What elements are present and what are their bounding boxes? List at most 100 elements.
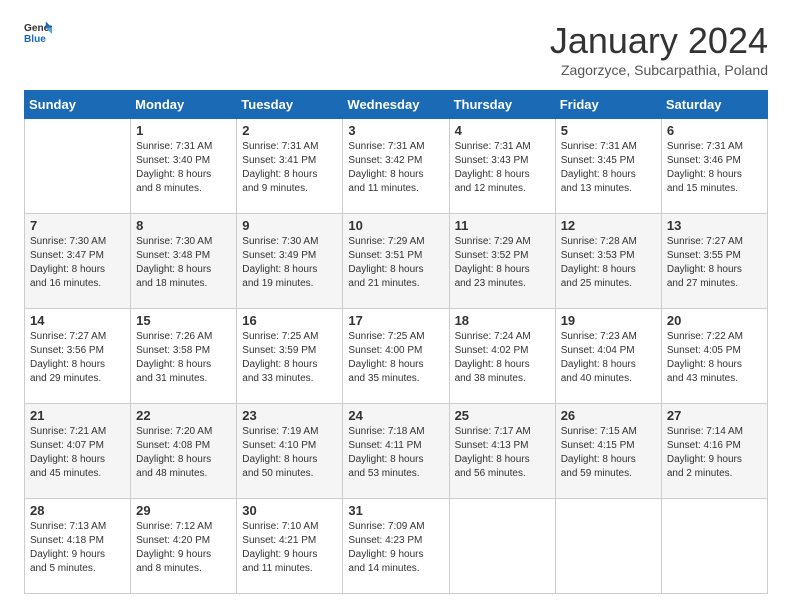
day-info: Sunrise: 7:30 AM Sunset: 3:48 PM Dayligh… bbox=[136, 235, 231, 291]
calendar-cell: 18Sunrise: 7:24 AM Sunset: 4:02 PM Dayli… bbox=[449, 309, 555, 404]
day-number: 11 bbox=[455, 218, 550, 233]
week-row-3: 14Sunrise: 7:27 AM Sunset: 3:56 PM Dayli… bbox=[25, 309, 768, 404]
day-info: Sunrise: 7:12 AM Sunset: 4:20 PM Dayligh… bbox=[136, 520, 231, 576]
calendar-cell: 27 Sunrise: 7:14 AM Sunset: 4:16 PM Dayli… bbox=[661, 404, 767, 499]
day-info: Sunrise: 7:31 AM Sunset: 3:46 PM Dayligh… bbox=[667, 140, 762, 196]
calendar-cell: 21 Sunrise: 7:21 AM Sunset: 4:07 PM Dayli… bbox=[25, 404, 131, 499]
day-number: 23 bbox=[242, 408, 337, 423]
day-info: Sunrise: 7:09 AM Sunset: 4:23 PM Dayligh… bbox=[348, 520, 443, 576]
logo: General Blue bbox=[24, 20, 52, 48]
day-number: 2 bbox=[242, 123, 337, 138]
calendar-cell: 28Sunrise: 7:13 AM Sunset: 4:18 PM Dayli… bbox=[25, 499, 131, 594]
calendar-cell: 7 Sunrise: 7:30 AM Sunset: 3:47 PM Daylig… bbox=[25, 214, 131, 309]
calendar-cell: 19 Sunrise: 7:23 AM Sunset: 4:04 PM Dayli… bbox=[555, 309, 661, 404]
day-info: Sunrise: 7:25 AM Sunset: 4:00 PM Dayligh… bbox=[348, 330, 443, 386]
day-info: Sunrise: 7:22 AM Sunset: 4:05 PM Dayligh… bbox=[667, 330, 762, 386]
day-info: Sunrise: 7:28 AM Sunset: 3:53 PM Dayligh… bbox=[561, 235, 656, 291]
day-number: 29 bbox=[136, 503, 231, 518]
day-info: Sunrise: 7:30 AM Sunset: 3:47 PM Dayligh… bbox=[30, 235, 125, 291]
day-info: Sunrise: 7:31 AM Sunset: 3:41 PM Dayligh… bbox=[242, 140, 337, 196]
calendar-cell: 24 Sunrise: 7:18 AM Sunset: 4:11 PM Dayli… bbox=[343, 404, 449, 499]
day-info: Sunrise: 7:18 AM Sunset: 4:11 PM Dayligh… bbox=[348, 425, 443, 481]
weekday-header-row: SundayMondayTuesdayWednesdayThursdayFrid… bbox=[25, 91, 768, 119]
day-number: 20 bbox=[667, 313, 762, 328]
day-number: 9 bbox=[242, 218, 337, 233]
calendar-cell: 13 Sunrise: 7:27 AM Sunset: 3:55 PM Dayli… bbox=[661, 214, 767, 309]
calendar-cell: 9Sunrise: 7:30 AM Sunset: 3:49 PM Daylig… bbox=[237, 214, 343, 309]
week-row-2: 7 Sunrise: 7:30 AM Sunset: 3:47 PM Daylig… bbox=[25, 214, 768, 309]
header: General Blue January 2024 Zagorzyce, Sub… bbox=[24, 20, 768, 78]
calendar-cell: 14Sunrise: 7:27 AM Sunset: 3:56 PM Dayli… bbox=[25, 309, 131, 404]
day-number: 18 bbox=[455, 313, 550, 328]
day-number: 27 bbox=[667, 408, 762, 423]
calendar-cell: 4 Sunrise: 7:31 AM Sunset: 3:43 PM Daylig… bbox=[449, 119, 555, 214]
day-info: Sunrise: 7:31 AM Sunset: 3:43 PM Dayligh… bbox=[455, 140, 550, 196]
day-number: 25 bbox=[455, 408, 550, 423]
calendar-cell: 30 Sunrise: 7:10 AM Sunset: 4:21 PM Dayli… bbox=[237, 499, 343, 594]
day-info: Sunrise: 7:14 AM Sunset: 4:16 PM Dayligh… bbox=[667, 425, 762, 481]
day-info: Sunrise: 7:13 AM Sunset: 4:18 PM Dayligh… bbox=[30, 520, 125, 576]
logo-icon: General Blue bbox=[24, 20, 52, 48]
day-info: Sunrise: 7:31 AM Sunset: 3:45 PM Dayligh… bbox=[561, 140, 656, 196]
calendar-cell: 22 Sunrise: 7:20 AM Sunset: 4:08 PM Dayli… bbox=[131, 404, 237, 499]
calendar-cell: 1Sunrise: 7:31 AM Sunset: 3:40 PM Daylig… bbox=[131, 119, 237, 214]
calendar-cell: 3Sunrise: 7:31 AM Sunset: 3:42 PM Daylig… bbox=[343, 119, 449, 214]
calendar-cell bbox=[661, 499, 767, 594]
calendar-cell: 20 Sunrise: 7:22 AM Sunset: 4:05 PM Dayli… bbox=[661, 309, 767, 404]
calendar-cell: 23 Sunrise: 7:19 AM Sunset: 4:10 PM Dayli… bbox=[237, 404, 343, 499]
day-info: Sunrise: 7:27 AM Sunset: 3:55 PM Dayligh… bbox=[667, 235, 762, 291]
subtitle: Zagorzyce, Subcarpathia, Poland bbox=[550, 62, 768, 78]
calendar-cell: 2 Sunrise: 7:31 AM Sunset: 3:41 PM Daylig… bbox=[237, 119, 343, 214]
day-number: 13 bbox=[667, 218, 762, 233]
calendar-cell: 11 Sunrise: 7:29 AM Sunset: 3:52 PM Dayli… bbox=[449, 214, 555, 309]
weekday-header-sunday: Sunday bbox=[25, 91, 131, 119]
weekday-header-monday: Monday bbox=[131, 91, 237, 119]
day-number: 4 bbox=[455, 123, 550, 138]
week-row-4: 21 Sunrise: 7:21 AM Sunset: 4:07 PM Dayli… bbox=[25, 404, 768, 499]
day-number: 12 bbox=[561, 218, 656, 233]
month-title: January 2024 bbox=[550, 20, 768, 62]
day-number: 22 bbox=[136, 408, 231, 423]
day-number: 6 bbox=[667, 123, 762, 138]
calendar-cell: 16Sunrise: 7:25 AM Sunset: 3:59 PM Dayli… bbox=[237, 309, 343, 404]
day-number: 7 bbox=[30, 218, 125, 233]
calendar-table: SundayMondayTuesdayWednesdayThursdayFrid… bbox=[24, 90, 768, 594]
svg-text:Blue: Blue bbox=[24, 34, 46, 45]
day-info: Sunrise: 7:10 AM Sunset: 4:21 PM Dayligh… bbox=[242, 520, 337, 576]
calendar-cell: 26 Sunrise: 7:15 AM Sunset: 4:15 PM Dayli… bbox=[555, 404, 661, 499]
weekday-header-thursday: Thursday bbox=[449, 91, 555, 119]
calendar-cell bbox=[555, 499, 661, 594]
day-info: Sunrise: 7:29 AM Sunset: 3:52 PM Dayligh… bbox=[455, 235, 550, 291]
day-info: Sunrise: 7:29 AM Sunset: 3:51 PM Dayligh… bbox=[348, 235, 443, 291]
day-number: 10 bbox=[348, 218, 443, 233]
day-info: Sunrise: 7:20 AM Sunset: 4:08 PM Dayligh… bbox=[136, 425, 231, 481]
day-number: 5 bbox=[561, 123, 656, 138]
day-number: 31 bbox=[348, 503, 443, 518]
calendar-cell: 25Sunrise: 7:17 AM Sunset: 4:13 PM Dayli… bbox=[449, 404, 555, 499]
title-area: January 2024 Zagorzyce, Subcarpathia, Po… bbox=[550, 20, 768, 78]
calendar-cell: 31 Sunrise: 7:09 AM Sunset: 4:23 PM Dayli… bbox=[343, 499, 449, 594]
day-info: Sunrise: 7:31 AM Sunset: 3:42 PM Dayligh… bbox=[348, 140, 443, 196]
calendar-cell: 29 Sunrise: 7:12 AM Sunset: 4:20 PM Dayli… bbox=[131, 499, 237, 594]
day-info: Sunrise: 7:19 AM Sunset: 4:10 PM Dayligh… bbox=[242, 425, 337, 481]
day-number: 24 bbox=[348, 408, 443, 423]
day-number: 8 bbox=[136, 218, 231, 233]
day-number: 16 bbox=[242, 313, 337, 328]
day-number: 26 bbox=[561, 408, 656, 423]
calendar-cell bbox=[449, 499, 555, 594]
calendar-cell: 6 Sunrise: 7:31 AM Sunset: 3:46 PM Daylig… bbox=[661, 119, 767, 214]
day-number: 21 bbox=[30, 408, 125, 423]
day-info: Sunrise: 7:15 AM Sunset: 4:15 PM Dayligh… bbox=[561, 425, 656, 481]
week-row-5: 28Sunrise: 7:13 AM Sunset: 4:18 PM Dayli… bbox=[25, 499, 768, 594]
day-number: 15 bbox=[136, 313, 231, 328]
day-number: 19 bbox=[561, 313, 656, 328]
day-number: 30 bbox=[242, 503, 337, 518]
day-info: Sunrise: 7:23 AM Sunset: 4:04 PM Dayligh… bbox=[561, 330, 656, 386]
day-info: Sunrise: 7:21 AM Sunset: 4:07 PM Dayligh… bbox=[30, 425, 125, 481]
calendar-cell: 15Sunrise: 7:26 AM Sunset: 3:58 PM Dayli… bbox=[131, 309, 237, 404]
weekday-header-tuesday: Tuesday bbox=[237, 91, 343, 119]
week-row-1: 1Sunrise: 7:31 AM Sunset: 3:40 PM Daylig… bbox=[25, 119, 768, 214]
calendar-cell: 10 Sunrise: 7:29 AM Sunset: 3:51 PM Dayli… bbox=[343, 214, 449, 309]
calendar-cell: 8 Sunrise: 7:30 AM Sunset: 3:48 PM Daylig… bbox=[131, 214, 237, 309]
day-info: Sunrise: 7:31 AM Sunset: 3:40 PM Dayligh… bbox=[136, 140, 231, 196]
